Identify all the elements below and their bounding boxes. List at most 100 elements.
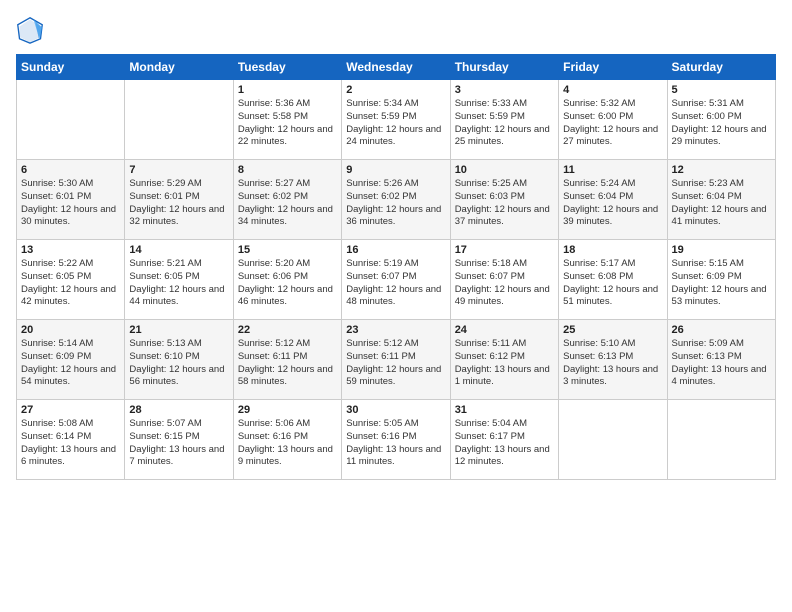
day-content: Sunrise: 5:29 AM Sunset: 6:01 PM Dayligh…: [129, 178, 228, 229]
calendar-cell: 3 Sunrise: 5:33 AM Sunset: 5:59 PM Daylig…: [450, 80, 558, 160]
col-header-saturday: Saturday: [667, 55, 775, 80]
calendar-cell: 8 Sunrise: 5:27 AM Sunset: 6:02 PM Daylig…: [233, 160, 341, 240]
day-number: 2: [346, 84, 445, 96]
day-content: Sunrise: 5:32 AM Sunset: 6:00 PM Dayligh…: [563, 98, 662, 149]
calendar-cell: 17Sunrise: 5:18 AM Sunset: 6:07 PM Dayli…: [450, 240, 558, 320]
col-header-friday: Friday: [559, 55, 667, 80]
day-number: 22: [238, 324, 337, 336]
day-number: 29: [238, 404, 337, 416]
day-content: Sunrise: 5:15 AM Sunset: 6:09 PM Dayligh…: [672, 258, 771, 309]
day-number: 10: [455, 164, 554, 176]
day-content: Sunrise: 5:31 AM Sunset: 6:00 PM Dayligh…: [672, 98, 771, 149]
calendar-week-2: 6 Sunrise: 5:30 AM Sunset: 6:01 PM Daylig…: [17, 160, 776, 240]
calendar-cell: 30 Sunrise: 5:05 AM Sunset: 6:16 PM Dayli…: [342, 400, 450, 480]
calendar-cell: 23Sunrise: 5:12 AM Sunset: 6:11 PM Dayli…: [342, 320, 450, 400]
calendar-week-3: 13 Sunrise: 5:22 AM Sunset: 6:05 PM Dayli…: [17, 240, 776, 320]
day-number: 9: [346, 164, 445, 176]
day-content: Sunrise: 5:05 AM Sunset: 6:16 PM Dayligh…: [346, 418, 445, 469]
calendar-cell: [667, 400, 775, 480]
day-number: 5: [672, 84, 771, 96]
calendar-cell: 29 Sunrise: 5:06 AM Sunset: 6:16 PM Dayli…: [233, 400, 341, 480]
calendar-cell: 21 Sunrise: 5:13 AM Sunset: 6:10 PM Dayli…: [125, 320, 233, 400]
day-number: 17: [455, 244, 554, 256]
day-number: 7: [129, 164, 228, 176]
day-number: 20: [21, 324, 120, 336]
day-number: 18: [563, 244, 662, 256]
day-number: 27: [21, 404, 120, 416]
calendar-cell: 18 Sunrise: 5:17 AM Sunset: 6:08 PM Dayli…: [559, 240, 667, 320]
day-number: 8: [238, 164, 337, 176]
day-number: 24: [455, 324, 554, 336]
day-content: Sunrise: 5:13 AM Sunset: 6:10 PM Dayligh…: [129, 338, 228, 389]
day-number: 6: [21, 164, 120, 176]
day-content: Sunrise: 5:34 AM Sunset: 5:59 PM Dayligh…: [346, 98, 445, 149]
col-header-sunday: Sunday: [17, 55, 125, 80]
calendar-cell: [125, 80, 233, 160]
day-content: Sunrise: 5:23 AM Sunset: 6:04 PM Dayligh…: [672, 178, 771, 229]
calendar-cell: 22Sunrise: 5:12 AM Sunset: 6:11 PM Dayli…: [233, 320, 341, 400]
calendar-cell: [559, 400, 667, 480]
calendar-cell: 9 Sunrise: 5:26 AM Sunset: 6:02 PM Daylig…: [342, 160, 450, 240]
calendar-cell: 11 Sunrise: 5:24 AM Sunset: 6:04 PM Dayli…: [559, 160, 667, 240]
day-number: 3: [455, 84, 554, 96]
col-header-wednesday: Wednesday: [342, 55, 450, 80]
day-content: Sunrise: 5:21 AM Sunset: 6:05 PM Dayligh…: [129, 258, 228, 309]
day-number: 31: [455, 404, 554, 416]
day-content: Sunrise: 5:10 AM Sunset: 6:13 PM Dayligh…: [563, 338, 662, 389]
day-content: Sunrise: 5:30 AM Sunset: 6:01 PM Dayligh…: [21, 178, 120, 229]
calendar-week-4: 20 Sunrise: 5:14 AM Sunset: 6:09 PM Dayli…: [17, 320, 776, 400]
calendar-cell: 27 Sunrise: 5:08 AM Sunset: 6:14 PM Dayli…: [17, 400, 125, 480]
day-number: 25: [563, 324, 662, 336]
day-number: 21: [129, 324, 228, 336]
day-content: Sunrise: 5:08 AM Sunset: 6:14 PM Dayligh…: [21, 418, 120, 469]
day-content: Sunrise: 5:26 AM Sunset: 6:02 PM Dayligh…: [346, 178, 445, 229]
logo: [16, 16, 48, 44]
day-number: 16: [346, 244, 445, 256]
calendar-cell: 13 Sunrise: 5:22 AM Sunset: 6:05 PM Dayli…: [17, 240, 125, 320]
calendar-week-1: 1Sunrise: 5:36 AM Sunset: 5:58 PM Daylig…: [17, 80, 776, 160]
calendar-cell: 6 Sunrise: 5:30 AM Sunset: 6:01 PM Daylig…: [17, 160, 125, 240]
day-content: Sunrise: 5:11 AM Sunset: 6:12 PM Dayligh…: [455, 338, 554, 389]
day-content: Sunrise: 5:33 AM Sunset: 5:59 PM Dayligh…: [455, 98, 554, 149]
day-number: 30: [346, 404, 445, 416]
calendar-week-5: 27 Sunrise: 5:08 AM Sunset: 6:14 PM Dayli…: [17, 400, 776, 480]
day-content: Sunrise: 5:07 AM Sunset: 6:15 PM Dayligh…: [129, 418, 228, 469]
calendar-cell: 14Sunrise: 5:21 AM Sunset: 6:05 PM Dayli…: [125, 240, 233, 320]
day-content: Sunrise: 5:17 AM Sunset: 6:08 PM Dayligh…: [563, 258, 662, 309]
day-number: 19: [672, 244, 771, 256]
calendar-cell: 31 Sunrise: 5:04 AM Sunset: 6:17 PM Dayli…: [450, 400, 558, 480]
calendar-cell: 28 Sunrise: 5:07 AM Sunset: 6:15 PM Dayli…: [125, 400, 233, 480]
calendar-cell: [17, 80, 125, 160]
day-content: Sunrise: 5:22 AM Sunset: 6:05 PM Dayligh…: [21, 258, 120, 309]
col-header-thursday: Thursday: [450, 55, 558, 80]
col-header-tuesday: Tuesday: [233, 55, 341, 80]
day-content: Sunrise: 5:14 AM Sunset: 6:09 PM Dayligh…: [21, 338, 120, 389]
day-content: Sunrise: 5:04 AM Sunset: 6:17 PM Dayligh…: [455, 418, 554, 469]
calendar-cell: 26Sunrise: 5:09 AM Sunset: 6:13 PM Dayli…: [667, 320, 775, 400]
day-content: Sunrise: 5:09 AM Sunset: 6:13 PM Dayligh…: [672, 338, 771, 389]
calendar-cell: 19 Sunrise: 5:15 AM Sunset: 6:09 PM Dayli…: [667, 240, 775, 320]
calendar-cell: 10Sunrise: 5:25 AM Sunset: 6:03 PM Dayli…: [450, 160, 558, 240]
calendar-cell: 24 Sunrise: 5:11 AM Sunset: 6:12 PM Dayli…: [450, 320, 558, 400]
day-number: 28: [129, 404, 228, 416]
calendar: SundayMondayTuesdayWednesdayThursdayFrid…: [16, 54, 776, 480]
calendar-cell: 7 Sunrise: 5:29 AM Sunset: 6:01 PM Daylig…: [125, 160, 233, 240]
calendar-cell: 5 Sunrise: 5:31 AM Sunset: 6:00 PM Daylig…: [667, 80, 775, 160]
calendar-cell: 2 Sunrise: 5:34 AM Sunset: 5:59 PM Daylig…: [342, 80, 450, 160]
header: [16, 16, 776, 44]
day-number: 15: [238, 244, 337, 256]
day-content: Sunrise: 5:06 AM Sunset: 6:16 PM Dayligh…: [238, 418, 337, 469]
day-content: Sunrise: 5:24 AM Sunset: 6:04 PM Dayligh…: [563, 178, 662, 229]
calendar-header-row: SundayMondayTuesdayWednesdayThursdayFrid…: [17, 55, 776, 80]
day-content: Sunrise: 5:20 AM Sunset: 6:06 PM Dayligh…: [238, 258, 337, 309]
calendar-cell: 15 Sunrise: 5:20 AM Sunset: 6:06 PM Dayli…: [233, 240, 341, 320]
day-number: 11: [563, 164, 662, 176]
day-number: 13: [21, 244, 120, 256]
day-number: 4: [563, 84, 662, 96]
day-number: 23: [346, 324, 445, 336]
page: SundayMondayTuesdayWednesdayThursdayFrid…: [0, 0, 792, 612]
day-content: Sunrise: 5:27 AM Sunset: 6:02 PM Dayligh…: [238, 178, 337, 229]
calendar-cell: 20 Sunrise: 5:14 AM Sunset: 6:09 PM Dayli…: [17, 320, 125, 400]
day-content: Sunrise: 5:19 AM Sunset: 6:07 PM Dayligh…: [346, 258, 445, 309]
calendar-cell: 25 Sunrise: 5:10 AM Sunset: 6:13 PM Dayli…: [559, 320, 667, 400]
